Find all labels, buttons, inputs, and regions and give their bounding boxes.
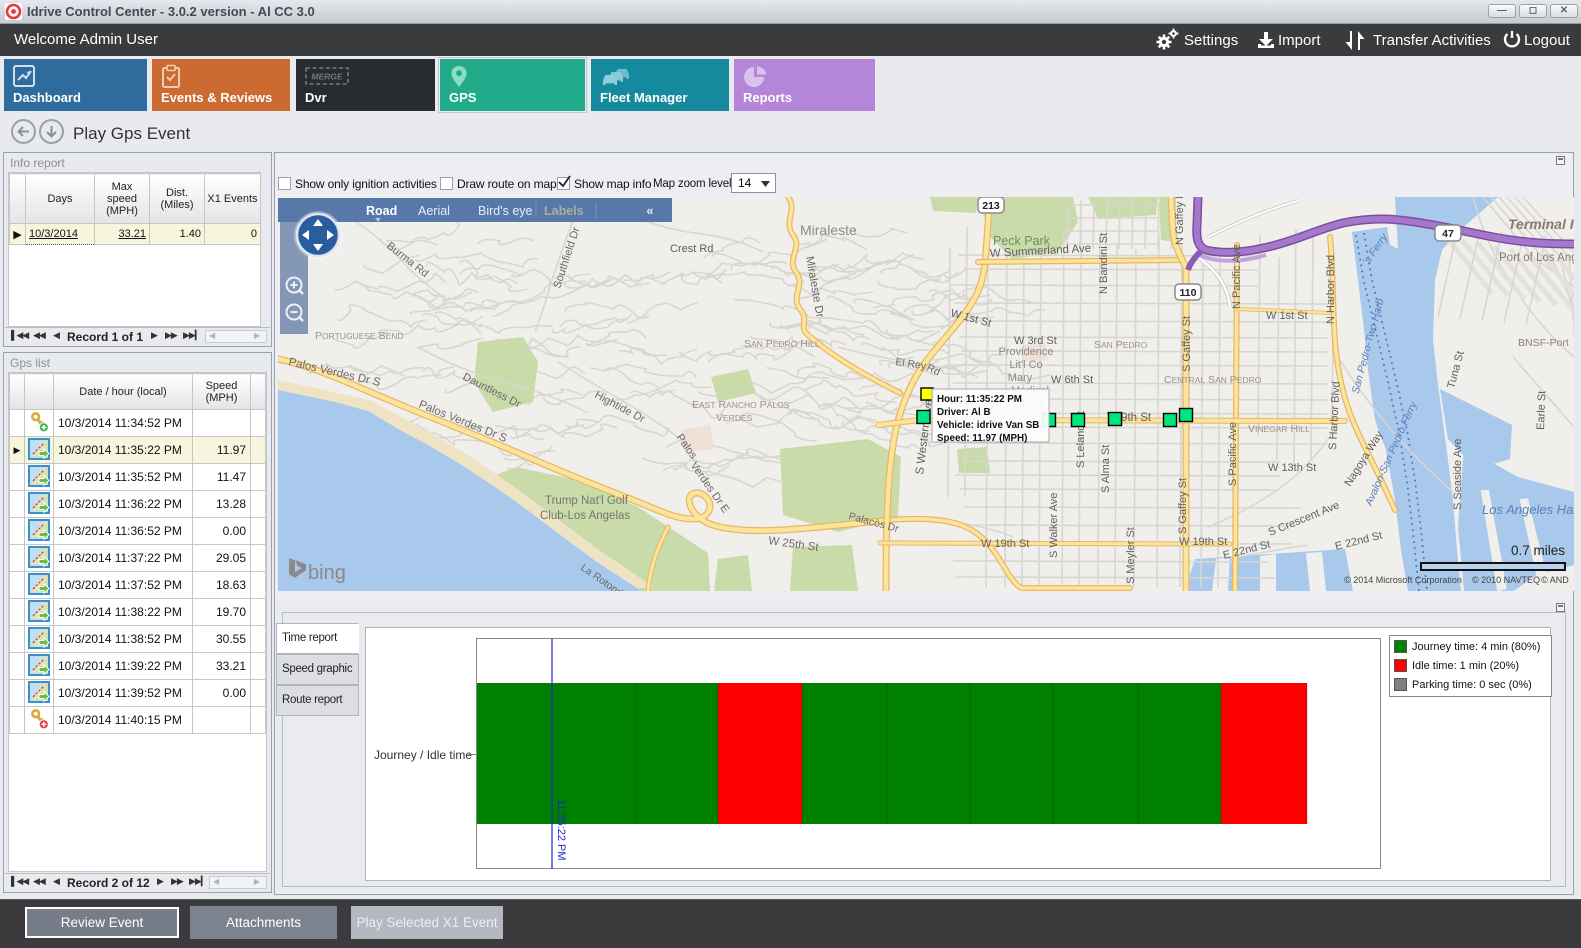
svg-text:W 13th St: W 13th St	[1268, 462, 1316, 474]
svg-text:SAN PEDRO: SAN PEDRO	[1094, 339, 1148, 351]
svg-text:EAST RANCHO PALOS: EAST RANCHO PALOS	[692, 399, 790, 411]
svg-text:S Seaside Ave: S Seaside Ave	[1452, 439, 1464, 510]
svg-text:Terminal Isl: Terminal Isl	[1508, 216, 1574, 232]
svg-text:S Alma St: S Alma St	[1100, 445, 1112, 493]
svg-text:S Gaffey St: S Gaffey St	[1177, 478, 1189, 534]
svg-text:N Gaffey Pl: N Gaffey Pl	[1174, 197, 1186, 245]
svg-text:Hour: 11:35:22 PM: Hour: 11:35:22 PM	[937, 394, 1022, 405]
svg-text:SAN PEDRO HILL: SAN PEDRO HILL	[744, 338, 820, 350]
svg-text:bing: bing	[308, 562, 346, 584]
svg-text:S Meyler St: S Meyler St	[1125, 527, 1137, 584]
svg-text:© 2014 Microsoft Corporation: © 2014 Microsoft Corporation	[1344, 575, 1462, 585]
svg-text:S Gaffey St: S Gaffey St	[1181, 316, 1193, 372]
svg-text:Lit'l Co: Lit'l Co	[1009, 359, 1042, 371]
svg-text:0.7 miles: 0.7 miles	[1511, 543, 1565, 558]
svg-text:213: 213	[982, 200, 1000, 212]
svg-text:Bird's eye: Bird's eye	[478, 204, 533, 218]
svg-text:W 19th St: W 19th St	[1179, 536, 1227, 548]
svg-text:© AND: © AND	[1541, 575, 1569, 585]
svg-text:W 19th St: W 19th St	[981, 538, 1029, 550]
svg-text:Mary: Mary	[1008, 372, 1033, 384]
svg-text:CENTRAL SAN PEDRO: CENTRAL SAN PEDRO	[1164, 374, 1262, 386]
svg-text:PORTUGUESE BEND: PORTUGUESE BEND	[315, 330, 404, 342]
svg-text:Port of Los Angel: Port of Los Angel	[1499, 252, 1574, 264]
svg-text:11:35:22 PM: 11:35:22 PM	[555, 799, 567, 861]
svg-text:W 1st St: W 1st St	[1266, 310, 1308, 322]
svg-text:VINEGAR HILL: VINEGAR HILL	[1248, 423, 1310, 435]
svg-text:Providence: Providence	[998, 346, 1053, 358]
svg-text:VERDES: VERDES	[716, 412, 753, 424]
svg-text:Club-Los Angelas: Club-Los Angelas	[540, 510, 630, 522]
svg-text:BNSF-Port: BNSF-Port	[1518, 337, 1569, 349]
svg-text:Crest Rd: Crest Rd	[670, 243, 713, 255]
svg-text:S Pacific Ave: S Pacific Ave	[1227, 422, 1239, 486]
svg-text:«: «	[646, 203, 653, 218]
svg-text:N Pacific Ave: N Pacific Ave	[1231, 244, 1243, 309]
svg-text:© 2010 NAVTEQ: © 2010 NAVTEQ	[1472, 575, 1540, 585]
svg-text:Miraleste: Miraleste	[800, 222, 857, 238]
svg-text:Los Angeles Harb: Los Angeles Harb	[1482, 502, 1574, 517]
svg-text:47: 47	[1442, 228, 1454, 240]
svg-text:Labels: Labels	[544, 204, 584, 218]
svg-text:Trump Nat'l Golf: Trump Nat'l Golf	[545, 495, 629, 507]
svg-text:Driver: Al B: Driver: Al B	[937, 407, 991, 418]
svg-text:N Harbor Blvd: N Harbor Blvd	[1325, 255, 1337, 324]
svg-text:Speed: 11.97 (MPH): Speed: 11.97 (MPH)	[937, 433, 1027, 444]
svg-text:Vehicle: idrive Van SB: Vehicle: idrive Van SB	[937, 420, 1039, 431]
svg-text:Aerial: Aerial	[418, 204, 450, 218]
svg-text:S Walker Ave: S Walker Ave	[1048, 493, 1060, 558]
svg-text:Earle St: Earle St	[1535, 391, 1548, 431]
svg-text:110: 110	[1180, 287, 1197, 299]
svg-text:MERGE: MERGE	[311, 72, 343, 82]
svg-text:Road: Road	[366, 204, 397, 218]
svg-text:N Bandini St: N Bandini St	[1098, 233, 1110, 294]
svg-text:W 6th St: W 6th St	[1051, 374, 1093, 386]
